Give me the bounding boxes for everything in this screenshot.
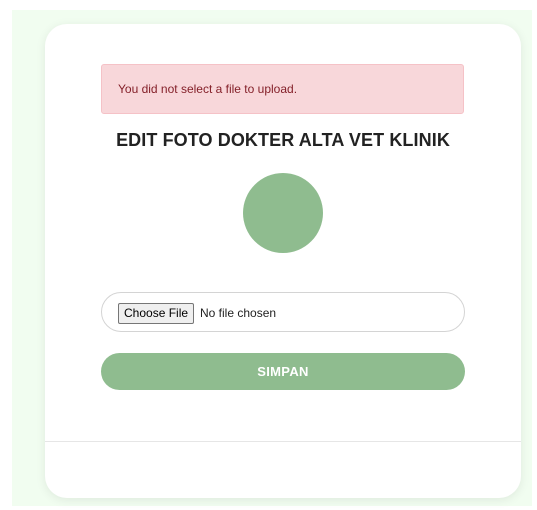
choose-file-button[interactable]: Choose File bbox=[118, 303, 195, 324]
edit-photo-card: You did not select a file to upload. EDI… bbox=[45, 24, 521, 498]
error-alert-message: You did not select a file to upload. bbox=[118, 82, 298, 96]
file-status-text: No file chosen bbox=[200, 306, 277, 320]
doctor-photo-avatar bbox=[243, 173, 323, 253]
page-title: EDIT FOTO DOKTER ALTA VET KLINIK bbox=[116, 130, 450, 150]
card-footer-divider bbox=[45, 441, 521, 442]
save-button[interactable]: SIMPAN bbox=[101, 353, 465, 390]
error-alert: You did not select a file to upload. bbox=[101, 64, 464, 114]
photo-file-input[interactable]: Choose File No file chosen bbox=[101, 292, 465, 332]
